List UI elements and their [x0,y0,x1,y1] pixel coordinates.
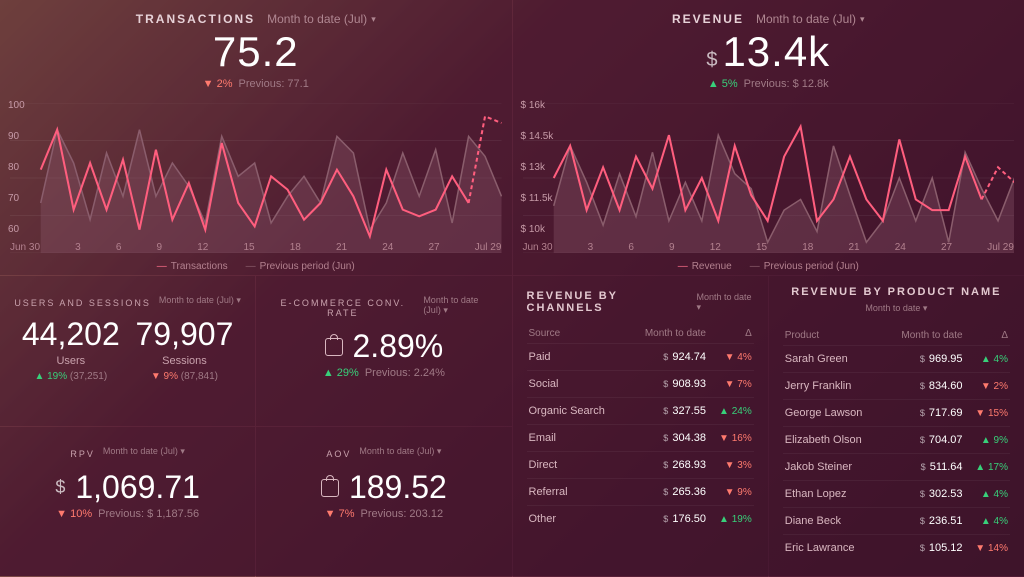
revenue-period-select[interactable]: Month to date (Jul)▾ [756,12,865,26]
sessions-label: Sessions [136,355,234,367]
rpv-value: 1,069.71 [75,469,200,506]
channels-title: REVENUE BY CHANNELS [527,290,687,314]
table-row[interactable]: Elizabeth Olson$ 704.07▲ 9% [783,427,1010,454]
table-row[interactable]: George Lawson$ 717.69▼ 15% [783,400,1010,427]
revenue-chart [523,103,1015,253]
channels-table: Source Month to date Δ Paid$ 924.74▼ 4%S… [527,324,754,532]
revenue-title: REVENUE [672,12,744,26]
conv-rate-period-select[interactable]: Month to date (Jul) ▾ [423,295,497,316]
table-row[interactable]: Diane Beck$ 236.51▲ 4% [783,508,1010,535]
table-row[interactable]: Jakob Steiner$ 511.64▲ 17% [783,454,1010,481]
table-row[interactable]: Social$ 908.93▼ 7% [527,371,754,398]
products-period-select[interactable]: Month to date ▾ [865,303,927,313]
table-row[interactable]: Sarah Green$ 969.95▲ 4% [783,346,1010,373]
sessions-value: 79,907 [136,316,234,353]
conv-rate-panel: E-COMMERCE CONV. RATE Month to date (Jul… [256,276,511,426]
transactions-previous: Previous: 77.1 [239,78,309,90]
users-label: Users [22,355,120,367]
conv-rate-previous: Previous: 2.24% [365,367,445,379]
table-row[interactable]: Organic Search$ 327.55▲ 24% [527,398,754,425]
users-sessions-title: USERS AND SESSIONS [14,298,151,308]
channels-col-delta: Δ [708,324,754,344]
aov-value: 189.52 [349,469,447,506]
transactions-title: TRANSACTIONS [136,12,255,26]
table-row[interactable]: Direct$ 268.93▼ 3% [527,452,754,479]
conv-rate-value: 2.89% [353,328,444,365]
users-sessions-period-select[interactable]: Month to date (Jul) ▾ [159,295,241,306]
transactions-delta: ▼ 2% [203,78,233,90]
transactions-legend: Transactions Previous period (Jun) [0,261,512,272]
revenue-legend: Revenue Previous period (Jun) [513,261,1024,272]
aov-period-select[interactable]: Month to date (Jul) ▾ [359,446,441,457]
transactions-chart [10,103,502,253]
users-delta: ▲ 19% (37,251) [22,371,120,382]
transactions-x-axis: Jun 30369121518212427Jul 29 [10,242,502,253]
rpv-period-select[interactable]: Month to date (Jul) ▾ [103,446,185,457]
bag-icon [325,338,343,356]
transactions-chart-panel: TRANSACTIONS Month to date (Jul)▾ 75.2 ▼… [0,0,512,275]
rpv-previous: Previous: $ 1,187.56 [98,508,199,520]
transactions-value: 75.2 [14,28,498,76]
table-row[interactable]: Ethan Lopez$ 302.53▲ 4% [783,481,1010,508]
revenue-delta: ▲ 5% [708,78,738,90]
revenue-x-axis: Jun 30369121518212427Jul 29 [523,242,1015,253]
conv-rate-delta: ▲ 29% [323,367,359,379]
products-col-mtd: Month to date [884,326,965,346]
table-row[interactable]: Email$ 304.38▼ 16% [527,425,754,452]
products-table: Product Month to date Δ Sarah Green$ 969… [783,326,1010,561]
aov-title: AOV [326,449,351,459]
products-panel: REVENUE BY PRODUCT NAME Month to date ▾ … [769,276,1024,577]
aov-panel: AOV Month to date (Jul) ▾ 189.52 ▼ 7% Pr… [256,427,511,577]
chevron-down-icon: ▾ [860,14,865,25]
revenue-previous: Previous: $ 12.8k [744,78,829,90]
bag-icon [321,479,339,497]
sessions-delta: ▼ 9% (87,841) [136,371,234,382]
aov-previous: Previous: 203.12 [361,508,444,520]
table-row[interactable]: Paid$ 924.74▼ 4% [527,344,754,371]
channels-col-mtd: Month to date [627,324,708,344]
aov-delta: ▼ 7% [325,508,355,520]
channels-period-select[interactable]: Month to date ▾ [697,292,754,313]
conv-rate-title: E-COMMERCE CONV. RATE [270,298,415,318]
rpv-panel: RPV Month to date (Jul) ▾ $ 1,069.71 ▼ 1… [0,427,255,577]
table-row[interactable]: Referral$ 265.36▼ 9% [527,479,754,506]
rpv-title: RPV [70,449,95,459]
channels-panel: REVENUE BY CHANNELS Month to date ▾ Sour… [513,276,768,577]
rpv-delta: ▼ 10% [56,508,92,520]
products-col-delta: Δ [965,326,1010,346]
transactions-period-select[interactable]: Month to date (Jul)▾ [267,12,376,26]
channels-col-source: Source [527,324,627,344]
table-row[interactable]: Eric Lawrance$ 105.12▼ 14% [783,535,1010,562]
rpv-prefix: $ [55,477,65,498]
table-row[interactable]: Other$ 176.50▲ 19% [527,506,754,533]
users-sessions-panel: USERS AND SESSIONS Month to date (Jul) ▾… [0,276,255,426]
revenue-value: $13.4k [527,28,1011,76]
chevron-down-icon: ▾ [371,14,376,25]
revenue-chart-panel: REVENUE Month to date (Jul)▾ $13.4k ▲ 5%… [513,0,1024,275]
products-col-product: Product [783,326,884,346]
table-row[interactable]: Jerry Franklin$ 834.60▼ 2% [783,373,1010,400]
products-title: REVENUE BY PRODUCT NAME [783,286,1010,298]
users-value: 44,202 [22,316,120,353]
